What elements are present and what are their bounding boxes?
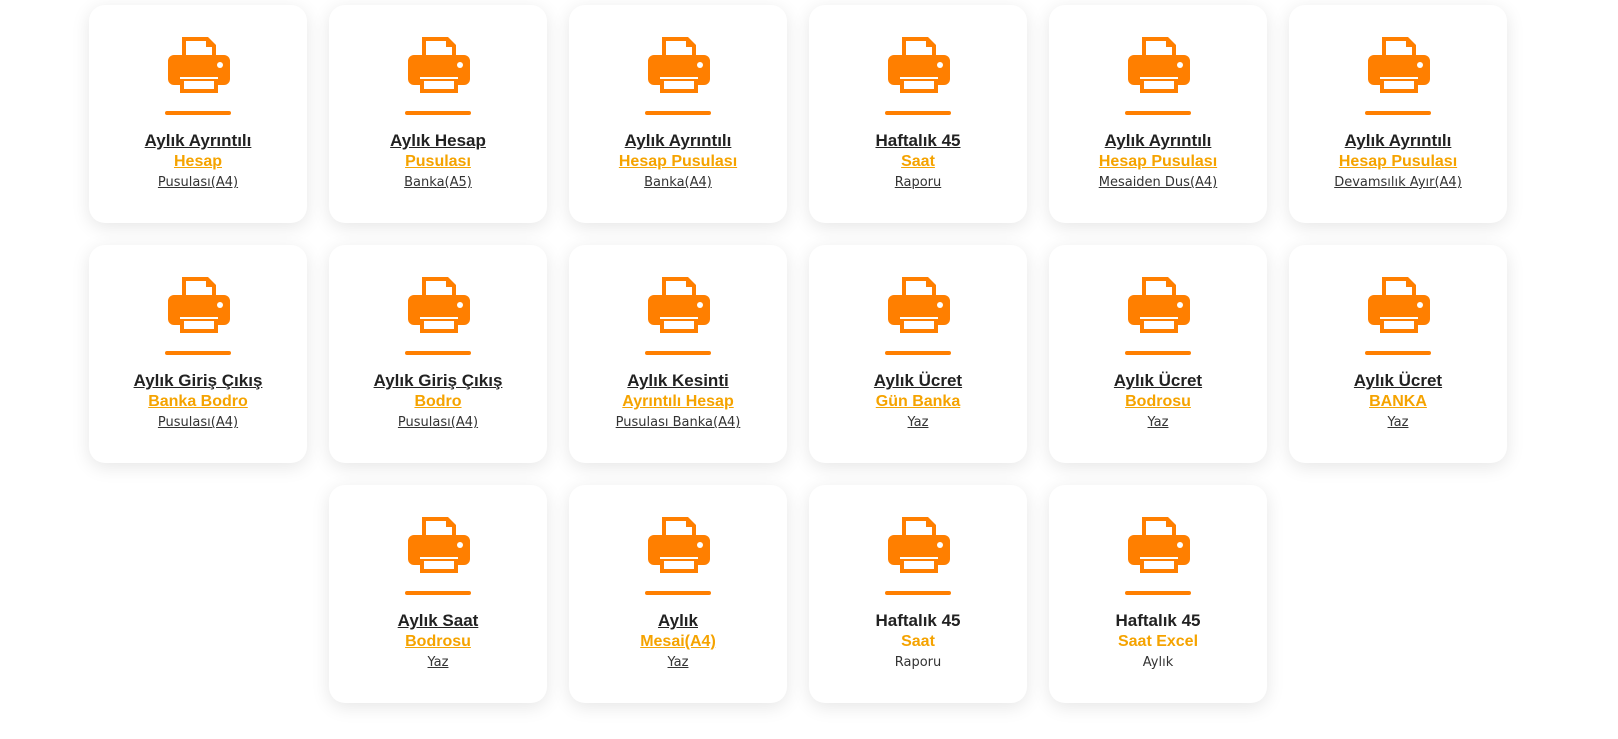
card-title: Aylık Ücret [873,371,963,390]
card-title: Aylık Hesap [390,131,486,150]
printer-icon [888,517,950,573]
card-caption: Yaz [1387,415,1409,430]
report-card-12[interactable]: Aylık Ücret BANKA Yaz [1289,245,1507,463]
printer-icon [1128,277,1190,333]
printer-icon [648,37,710,93]
printer-icon [648,517,710,573]
card-title: Aylık Kesinti [627,371,729,390]
report-card-1[interactable]: Aylık Ayrıntılı Hesap Pusulası(A4) [89,5,307,223]
card-subtitle: Banka Bodro [148,393,248,410]
printer-icon [168,37,230,93]
accent-underline [405,111,471,115]
card-subtitle: Mesai(A4) [640,633,716,650]
card-subtitle: Pusulası [405,153,471,170]
card-caption: Pusulası Banka(A4) [615,415,741,430]
accent-underline [1365,111,1431,115]
card-subtitle: Saat Excel [1117,633,1199,650]
card-subtitle: Saat [901,153,935,170]
card-title: Aylık [657,611,698,630]
accent-underline [165,351,231,355]
card-title: Aylık Ayrıntılı [1344,131,1452,150]
accent-underline [645,351,711,355]
report-card-5[interactable]: Aylık Ayrıntılı Hesap Pusulası Mesaiden … [1049,5,1267,223]
card-title: Aylık Giriş Çıkış [133,371,263,390]
card-title: Aylık Saat [397,611,479,630]
card-caption: Yaz [907,415,929,430]
card-caption: Banka(A4) [644,175,712,190]
report-card-9[interactable]: Aylık Kesinti Ayrıntılı Hesap Pusulası B… [569,245,787,463]
accent-underline [405,351,471,355]
card-caption: Pusulası(A4) [397,415,479,430]
card-title: Haftalık 45 [1115,611,1201,630]
accent-underline [885,591,951,595]
report-card-4[interactable]: Haftalık 45 Saat Raporu [809,5,1027,223]
report-card-7[interactable]: Aylık Giriş Çıkış Banka Bodro Pusulası(A… [89,245,307,463]
report-card-15[interactable]: Haftalık 45 Saat Raporu [809,485,1027,703]
report-card-6[interactable]: Aylık Ayrıntılı Hesap Pusulası Devamsılı… [1289,5,1507,223]
card-caption: Pusulası(A4) [157,415,239,430]
accent-underline [645,111,711,115]
card-title: Haftalık 45 [875,611,961,630]
printer-icon [888,277,950,333]
card-subtitle: Bodro [414,393,462,410]
card-caption: Raporu [894,655,942,670]
card-subtitle: Hesap Pusulası [1338,153,1458,170]
accent-underline [885,111,951,115]
accent-underline [165,111,231,115]
card-title: Aylık Ayrıntılı [624,131,732,150]
accent-underline [1365,351,1431,355]
card-caption: Aylık [1142,655,1174,670]
card-caption: Pusulası(A4) [157,175,239,190]
printer-icon [1128,517,1190,573]
accent-underline [1125,591,1191,595]
card-subtitle: Bodrosu [1125,393,1191,410]
card-title: Aylık Giriş Çıkış [373,371,503,390]
printer-icon [1368,277,1430,333]
card-title: Haftalık 45 [875,131,961,150]
card-subtitle: Ayrıntılı Hesap [622,393,734,410]
report-card-11[interactable]: Aylık Ücret Bodrosu Yaz [1049,245,1267,463]
card-subtitle: Saat [901,633,935,650]
report-card-3[interactable]: Aylık Ayrıntılı Hesap Pusulası Banka(A4) [569,5,787,223]
accent-underline [1125,351,1191,355]
card-caption: Devamsılık Ayır(A4) [1334,175,1462,190]
printer-icon [1128,37,1190,93]
accent-underline [885,351,951,355]
printer-icon [888,37,950,93]
accent-underline [405,591,471,595]
card-subtitle: Hesap Pusulası [618,153,738,170]
card-subtitle: Bodrosu [405,633,471,650]
report-card-14[interactable]: Aylık Mesai(A4) Yaz [569,485,787,703]
card-caption: Yaz [427,655,449,670]
printer-icon [408,277,470,333]
card-subtitle: BANKA [1369,393,1427,410]
card-subtitle: Hesap Pusulası [1098,153,1218,170]
card-caption: Mesaiden Dus(A4) [1098,175,1218,190]
card-title: Aylık Ücret [1353,371,1443,390]
report-card-8[interactable]: Aylık Giriş Çıkış Bodro Pusulası(A4) [329,245,547,463]
printer-icon [168,277,230,333]
report-grid: Aylık Ayrıntılı Hesap Pusulası(A4) Aylık… [0,0,1618,739]
report-card-10[interactable]: Aylık Ücret Gün Banka Yaz [809,245,1027,463]
card-subtitle: Hesap [173,153,223,170]
printer-icon [1368,37,1430,93]
report-card-13[interactable]: Aylık Saat Bodrosu Yaz [329,485,547,703]
printer-icon [408,517,470,573]
card-caption: Banka(A5) [404,175,472,190]
card-caption: Raporu [894,175,942,190]
report-card-2[interactable]: Aylık Hesap Pusulası Banka(A5) [329,5,547,223]
card-title: Aylık Ayrıntılı [144,131,252,150]
card-caption: Yaz [667,655,689,670]
report-card-16[interactable]: Haftalık 45 Saat Excel Aylık [1049,485,1267,703]
card-caption: Yaz [1147,415,1169,430]
card-title: Aylık Ücret [1113,371,1203,390]
printer-icon [648,277,710,333]
printer-icon [408,37,470,93]
accent-underline [645,591,711,595]
accent-underline [1125,111,1191,115]
card-title: Aylık Ayrıntılı [1104,131,1212,150]
card-subtitle: Gün Banka [875,393,961,410]
